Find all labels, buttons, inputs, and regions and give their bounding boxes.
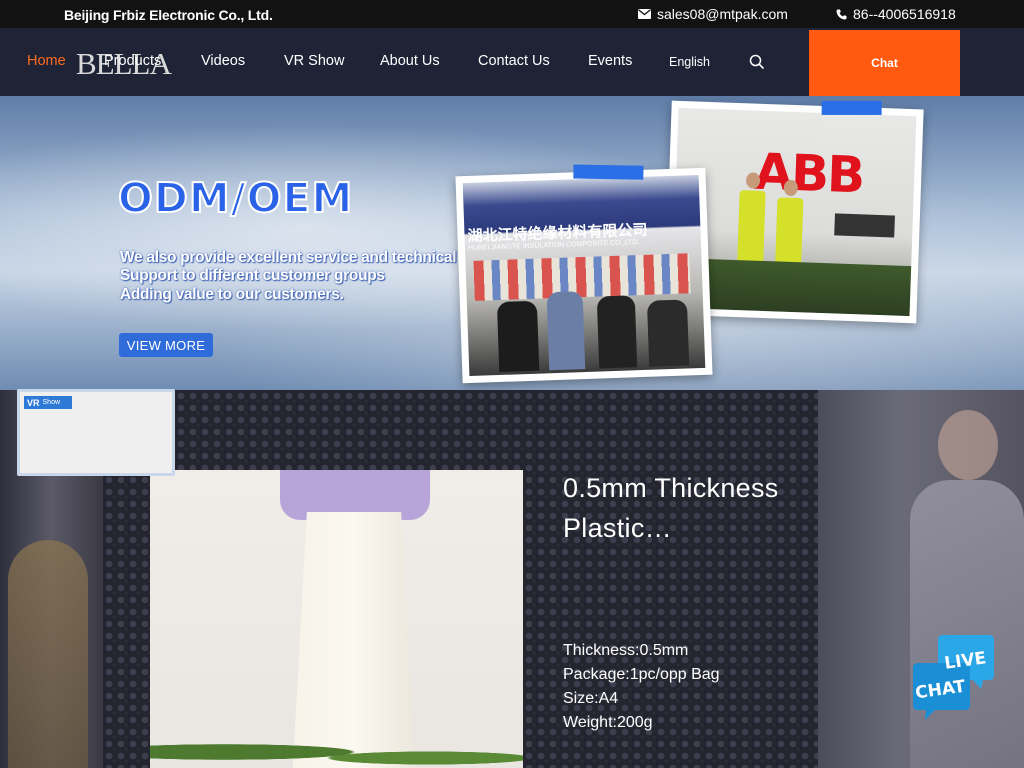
tape-decoration <box>573 164 644 180</box>
visitor-3 <box>596 295 638 369</box>
language-selector[interactable]: English <box>669 55 710 69</box>
vr-badge: VR Show <box>24 396 72 409</box>
phone-icon <box>836 9 847 19</box>
nav-item-home[interactable]: Home <box>27 53 66 69</box>
nav-item-vr-show[interactable]: VR Show <box>284 53 344 69</box>
search-icon[interactable] <box>749 54 765 70</box>
live-chat-icon[interactable]: LIVE CHAT <box>913 633 995 723</box>
chat-button[interactable]: Chat <box>809 30 960 96</box>
vr-show-widget[interactable]: VR Show <box>17 389 175 476</box>
spec-thickness: Thickness:0.5mm <box>563 642 689 659</box>
vr-badge-sub: Show <box>42 399 61 406</box>
nav-item-about-us[interactable]: About Us <box>380 53 440 69</box>
hero-banner: ODM/OEM We also provide excellent servic… <box>0 96 1024 390</box>
visitor-4 <box>646 299 690 367</box>
worker-vest-2 <box>775 197 804 265</box>
phone-contact[interactable]: 86--4006516918 <box>836 6 956 22</box>
email-contact[interactable]: sales08@mtpak.com <box>638 6 788 22</box>
banner-title: ODM/OEM <box>117 173 354 223</box>
worker-vest-1 <box>737 190 766 263</box>
banner-photo-exhibition: 湖北江特绝缘材料有限公司 HUBEI JIANGTE INSULATION CO… <box>455 164 713 384</box>
email-text[interactable]: sales08@mtpak.com <box>657 6 788 22</box>
banner-line-1: We also provide excellent service and te… <box>120 249 457 266</box>
company-name: Beijing Frbiz Electronic Co., Ltd. <box>64 7 273 23</box>
nav-item-events[interactable]: Events <box>588 53 632 69</box>
abb-logo: ABB <box>753 142 865 205</box>
banner-line-2: Support to different customer groups <box>120 267 385 284</box>
envelope-icon <box>638 9 651 19</box>
nav-item-videos[interactable]: Videos <box>201 53 245 69</box>
moss-decoration <box>150 740 523 768</box>
skirt <box>292 512 416 768</box>
tape-decoration <box>821 100 882 115</box>
spec-size: Size:A4 <box>563 690 619 707</box>
banner-line-3: Adding value to our customers. <box>120 286 344 303</box>
phone-text[interactable]: 86--4006516918 <box>853 6 956 22</box>
nav-item-contact-us[interactable]: Contact Us <box>478 53 550 69</box>
nav-item-products[interactable]: Products <box>104 53 161 69</box>
live-chat-widget[interactable]: LIVE CHAT <box>913 633 995 723</box>
view-more-button[interactable]: VIEW MORE <box>119 333 213 357</box>
spec-package: Package:1pc/opp Bag <box>563 666 720 683</box>
desk-phone <box>834 213 895 238</box>
page: Beijing Frbiz Electronic Co., Ltd. sales… <box>0 0 1024 768</box>
visitor-1 <box>496 300 540 373</box>
top-bar: Beijing Frbiz Electronic Co., Ltd. sales… <box>0 0 1024 28</box>
vr-badge-label: VR <box>27 397 40 408</box>
main-nav: BELLA Home Products Videos VR Show About… <box>0 28 1024 96</box>
spec-weight: Weight:200g <box>563 714 653 731</box>
product-image[interactable] <box>150 470 523 768</box>
product-title[interactable]: 0.5mm Thickness Plastic… <box>563 468 803 548</box>
booth-shelves <box>473 253 691 301</box>
visitor-2 <box>546 291 586 371</box>
